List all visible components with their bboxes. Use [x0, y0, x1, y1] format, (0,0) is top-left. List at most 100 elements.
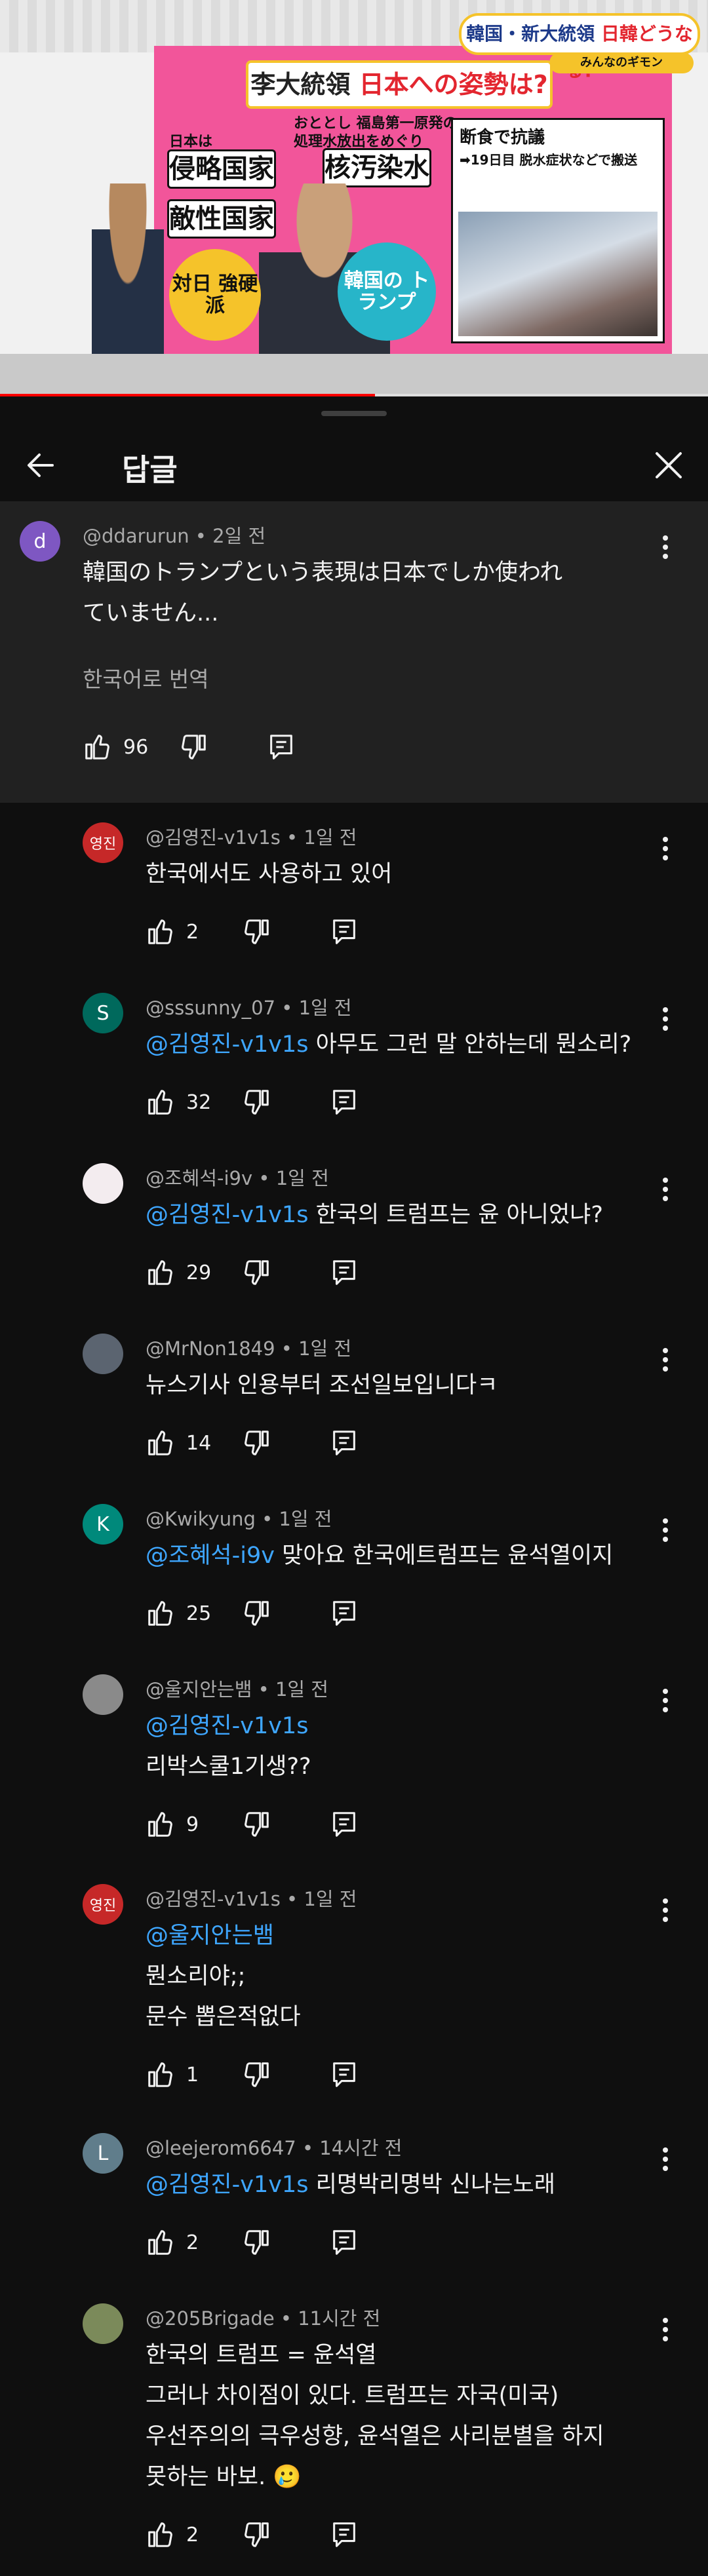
reply-icon [333, 2230, 355, 2255]
avatar[interactable] [83, 1163, 123, 1204]
label-japan: 日本は [169, 134, 213, 150]
drag-handle[interactable] [321, 411, 387, 416]
comment-text: @김영진-v1v1s 아무도 그런 말 안하는데 뭔소리? [146, 1024, 644, 1065]
avatar-letter: L [97, 2142, 109, 2165]
comment-text: @김영진-v1v1s 한국의 트럼프는 윤 아니었냐? [146, 1195, 644, 1235]
like-button[interactable]: 14 [146, 1427, 211, 1459]
comment-actions: 2 [146, 915, 408, 948]
comment-meta[interactable]: @조혜석-i9v • 1일 전 [146, 1163, 329, 1191]
video-player[interactable]: 韓国・新大統領 日韓どうなる? みんなのギモン 李大統領 日本への姿勢は? 日本… [0, 0, 708, 396]
reply-button[interactable] [266, 731, 296, 763]
more-options-icon[interactable] [652, 1170, 678, 1209]
more-options-icon[interactable] [652, 528, 678, 567]
avatar[interactable]: d [20, 521, 60, 562]
dislike-button[interactable] [178, 731, 208, 763]
comment-text-line: @조혜석-i9v 맞아요 한국에트럼프는 윤석열이지 [146, 1535, 644, 1576]
comment-text-line: @김영진-v1v1s 리명박리명박 신나는노래 [146, 2164, 644, 2205]
translate-link[interactable]: 한국어로 번역 [83, 662, 209, 693]
reply-button[interactable] [329, 2058, 359, 2091]
comment-meta[interactable]: @205Brigade • 11시간 전 [146, 2303, 380, 2331]
close-icon[interactable] [648, 444, 690, 486]
avatar[interactable] [83, 1334, 123, 1374]
like-button[interactable]: 2 [146, 2518, 199, 2551]
comment-meta[interactable]: @김영진-v1v1s • 1일 전 [146, 1884, 357, 1912]
mention-link[interactable]: @김영진-v1v1s [146, 1031, 308, 1058]
dislike-button[interactable] [241, 2226, 271, 2259]
avatar[interactable]: K [83, 1504, 123, 1545]
more-options-icon[interactable] [652, 1340, 678, 1379]
like-button[interactable]: 25 [146, 1597, 211, 1630]
like-button[interactable]: 29 [146, 1256, 211, 1289]
more-options-icon[interactable] [652, 1510, 678, 1550]
comment-text-line: 뉴스기사 인용부터 조선일보입니다ㅋ [146, 1372, 498, 1398]
thumbs-up-icon [148, 1601, 172, 1626]
avatar[interactable]: 영진 [83, 822, 123, 863]
comment-text-line: 韓国のトランプという表現は日本でしか使われ [83, 560, 563, 586]
back-arrow-icon[interactable] [20, 444, 62, 486]
comment-meta[interactable]: @울지안는뱀 • 1일 전 [146, 1674, 328, 1702]
like-count: 2 [186, 920, 199, 944]
dislike-button[interactable] [241, 1808, 271, 1841]
reply-button[interactable] [329, 1086, 359, 1119]
comment-meta[interactable]: @김영진-v1v1s • 1일 전 [146, 822, 357, 850]
thumbs-up-icon [148, 2522, 172, 2547]
like-button[interactable]: 1 [146, 2058, 199, 2091]
dislike-button[interactable] [241, 1086, 271, 1119]
reply-button[interactable] [329, 2226, 359, 2259]
avatar[interactable]: S [83, 993, 123, 1033]
news-top-badge: 韓国・新大統領 日韓どうなる? [459, 13, 700, 81]
more-options-icon[interactable] [652, 829, 678, 868]
reply-button[interactable] [329, 1597, 359, 1630]
reply-button[interactable] [329, 1808, 359, 1841]
thumbs-down-icon [245, 1812, 269, 1837]
comment-text-line: @울지안는뱀 [146, 1915, 644, 1956]
avatar[interactable] [83, 1674, 123, 1715]
more-options-icon[interactable] [652, 999, 678, 1039]
dislike-button[interactable] [241, 1427, 271, 1459]
like-button[interactable]: 2 [146, 915, 199, 948]
comment-meta[interactable]: @ddarurun • 2일 전 [83, 521, 266, 548]
more-options-icon[interactable] [652, 2310, 678, 2349]
comment-meta[interactable]: @MrNon1849 • 1일 전 [146, 1334, 351, 1361]
comment-meta[interactable]: @Kwikyung • 1일 전 [146, 1504, 332, 1531]
like-button[interactable]: 9 [146, 1808, 199, 1841]
like-button[interactable]: 32 [146, 1086, 211, 1119]
avatar[interactable]: L [83, 2133, 123, 2174]
comment-meta[interactable]: @sssunny_07 • 1일 전 [146, 993, 352, 1020]
parent-comment: d @ddarurun • 2일 전 韓国のトランプという表現は日本でしか使われ… [0, 501, 708, 803]
reply-button[interactable] [329, 1427, 359, 1459]
reply-icon [333, 2062, 355, 2087]
comment-inline-text: 리명박리명박 신나는노래 [308, 2172, 555, 2198]
more-options-icon[interactable] [652, 1891, 678, 1930]
tag-invader: 侵略国家 [167, 149, 276, 189]
comment-text: 韓国のトランプという表現は日本でしか使われ ていません... [83, 552, 640, 634]
reply-button[interactable] [329, 1256, 359, 1289]
like-button[interactable]: 2 [146, 2226, 199, 2259]
more-options-icon[interactable] [652, 1681, 678, 1720]
more-options-icon[interactable] [652, 2140, 678, 2179]
dislike-button[interactable] [241, 2058, 271, 2091]
dislike-button[interactable] [241, 2518, 271, 2551]
mention-link[interactable]: @조혜석-i9v [146, 1543, 275, 1569]
mention-link[interactable]: @김영진-v1v1s [146, 1713, 308, 1739]
avatar-letter: S [96, 1001, 109, 1025]
news-headline: 李大統領 日本への姿勢は? [246, 60, 553, 109]
dislike-button[interactable] [241, 915, 271, 948]
reply-button[interactable] [329, 2518, 359, 2551]
avatar[interactable]: 영진 [83, 1884, 123, 1925]
mention-link[interactable]: @김영진-v1v1s [146, 1202, 308, 1228]
comment-text-line: 한국에서도 사용하고 있어 [146, 861, 393, 887]
like-button[interactable]: 96 [83, 731, 148, 763]
comment-meta[interactable]: @leejerom6647 • 14시간 전 [146, 2133, 402, 2161]
dislike-button[interactable] [241, 1597, 271, 1630]
like-count: 2 [186, 2523, 199, 2547]
comment-actions: 25 [146, 1597, 408, 1630]
mention-link[interactable]: @울지안는뱀 [146, 1923, 274, 1949]
mention-link[interactable]: @김영진-v1v1s [146, 2172, 308, 2198]
avatar[interactable] [83, 2303, 123, 2344]
dislike-button[interactable] [241, 1256, 271, 1289]
comment-actions: 96 [83, 731, 345, 763]
thumbs-down-icon [245, 2062, 269, 2087]
reply-button[interactable] [329, 915, 359, 948]
comment-text-line: 리박스쿨1기생?? [146, 1754, 311, 1780]
